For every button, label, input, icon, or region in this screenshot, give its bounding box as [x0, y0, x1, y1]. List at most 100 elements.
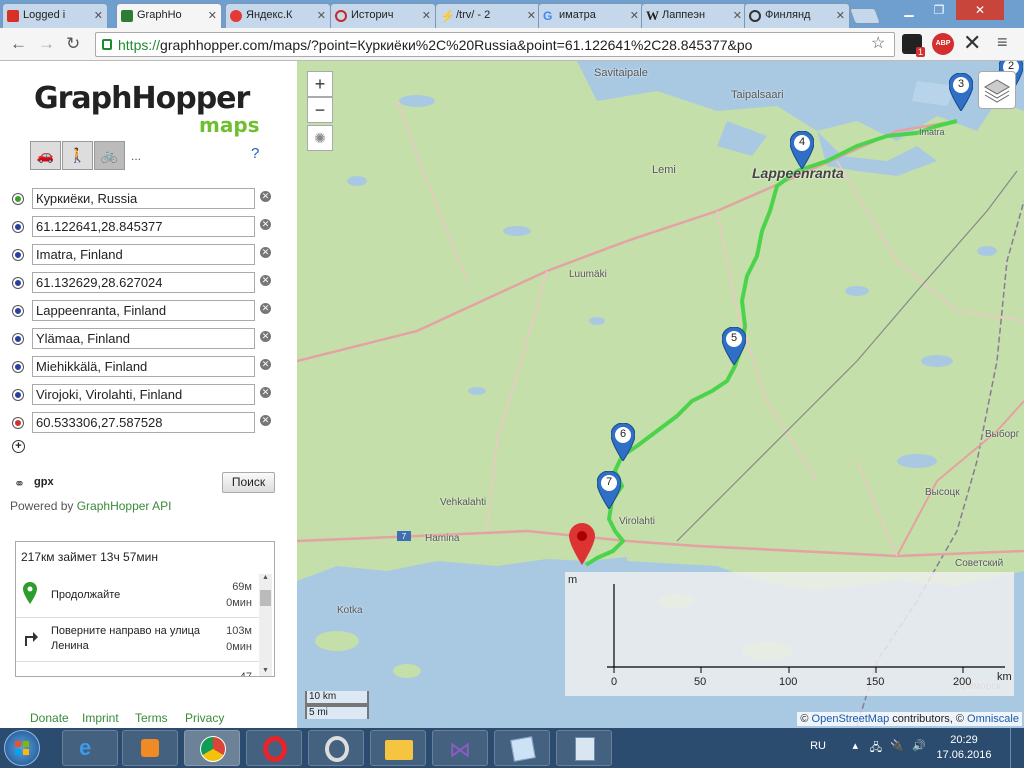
- close-icon[interactable]: ✕: [836, 9, 845, 22]
- privacy-link[interactable]: Privacy: [185, 711, 224, 725]
- remove-waypoint-icon[interactable]: ✕: [260, 415, 271, 426]
- remove-waypoint-icon[interactable]: ✕: [260, 387, 271, 398]
- tab-google[interactable]: Gиматра ✕: [538, 3, 644, 28]
- clock-date[interactable]: 17.06.2016: [934, 749, 994, 761]
- remove-waypoint-icon[interactable]: ✕: [260, 191, 271, 202]
- waypoint-input[interactable]: [32, 244, 255, 265]
- taskbar-visual-studio[interactable]: ⋈: [432, 730, 488, 766]
- remove-waypoint-icon[interactable]: ✕: [260, 303, 271, 314]
- reload-icon[interactable]: ↻: [66, 34, 80, 54]
- adblock-plus-icon[interactable]: ABP: [932, 33, 954, 55]
- waypoint-input[interactable]: [32, 188, 255, 209]
- clock-time[interactable]: 20:29: [934, 734, 994, 746]
- search-button[interactable]: Поиск: [222, 472, 275, 493]
- terms-link[interactable]: Terms: [135, 711, 168, 725]
- language-indicator[interactable]: RU: [810, 740, 826, 752]
- elevation-profile[interactable]: m km 0 50 100 150 200: [565, 572, 1014, 696]
- remove-waypoint-icon[interactable]: ✕: [260, 219, 271, 230]
- waypoint-input[interactable]: [32, 328, 255, 349]
- tab-gmail[interactable]: Logged i ✕: [2, 3, 108, 28]
- close-icon[interactable]: ✕: [208, 9, 217, 22]
- layers-button[interactable]: [978, 71, 1016, 109]
- openstreetmap-link[interactable]: OpenStreetMap: [812, 713, 890, 725]
- waypoint-input[interactable]: [32, 356, 255, 377]
- waypoint-marker-5[interactable]: 5: [721, 326, 747, 366]
- instruction-row[interactable]: Продолжайте 69м 0мин: [16, 574, 260, 618]
- zoom-out-button[interactable]: −: [307, 97, 333, 123]
- end-marker-icon[interactable]: [569, 523, 595, 565]
- tab-graphhopper[interactable]: GraphHo ✕: [116, 3, 222, 28]
- help-link[interactable]: ?: [251, 145, 259, 162]
- address-bar[interactable]: https://graphhopper.com/maps/?point=Курк…: [95, 32, 895, 57]
- omniscale-link[interactable]: Omniscale: [967, 713, 1019, 725]
- vehicle-bike-button[interactable]: 🚲: [94, 141, 125, 170]
- remove-waypoint-icon[interactable]: ✕: [260, 247, 271, 258]
- taskbar-ie[interactable]: e: [62, 730, 118, 766]
- bookmark-star-icon[interactable]: ☆: [871, 33, 885, 53]
- taskbar-opera[interactable]: [246, 730, 302, 766]
- zoom-in-button[interactable]: +: [307, 71, 333, 97]
- extension-icon[interactable]: 1: [902, 34, 925, 57]
- tray-expand-icon[interactable]: ▴: [852, 739, 858, 752]
- network-icon[interactable]: 🖧: [870, 739, 882, 758]
- taskbar-explorer[interactable]: [370, 730, 426, 766]
- close-icon[interactable]: ✕: [630, 9, 639, 22]
- close-icon[interactable]: ✕: [733, 9, 742, 22]
- tab-wikipedia[interactable]: W Лаппеэн ✕: [641, 3, 747, 28]
- graphhopper-api-link[interactable]: GraphHopper API: [77, 499, 172, 513]
- show-desktop-button[interactable]: [1010, 728, 1024, 768]
- back-arrow-icon[interactable]: ←: [10, 34, 27, 54]
- taskbar-media-player[interactable]: [122, 730, 178, 766]
- map-view[interactable]: 7 Savitaipale Taipalsaari Lemi Lappeenranta…: [297, 61, 1024, 728]
- waypoint-input[interactable]: [32, 300, 255, 321]
- taskbar-opera-neon[interactable]: [308, 730, 364, 766]
- waypoint-input[interactable]: [32, 384, 255, 405]
- tab-history[interactable]: Историч ✕: [330, 3, 436, 28]
- taskbar-calculator[interactable]: [556, 730, 612, 766]
- waypoint-marker-6[interactable]: 6: [610, 422, 636, 462]
- waypoint-marker-7[interactable]: 7: [596, 470, 622, 510]
- waypoint-input[interactable]: [32, 412, 255, 433]
- scroll-down-icon[interactable]: ▼: [262, 667, 269, 674]
- close-icon[interactable]: ✕: [527, 9, 536, 22]
- close-icon[interactable]: ✕: [317, 9, 326, 22]
- waypoint-marker-4[interactable]: 4: [789, 130, 815, 170]
- remove-waypoint-icon[interactable]: ✕: [260, 275, 271, 286]
- gpx-export-link[interactable]: gpx: [34, 476, 54, 488]
- new-tab-button[interactable]: [849, 8, 881, 24]
- taskbar-chrome[interactable]: [184, 730, 240, 766]
- tab-trv[interactable]: ⚡/trv/ - 2 ✕: [435, 3, 541, 28]
- vehicle-car-button[interactable]: 🚗: [30, 141, 61, 170]
- close-icon[interactable]: ✕: [422, 9, 431, 22]
- waypoint-input[interactable]: [32, 216, 255, 237]
- tab-yandex[interactable]: Яндекс.К ✕: [225, 3, 331, 28]
- close-icon[interactable]: ✕: [94, 9, 103, 22]
- vehicle-foot-button[interactable]: 🚶: [62, 141, 93, 170]
- start-button[interactable]: [4, 730, 40, 766]
- more-vehicles-button[interactable]: ...: [131, 149, 141, 163]
- forward-arrow-icon[interactable]: →: [38, 34, 55, 54]
- volume-icon[interactable]: 🔊: [912, 739, 926, 752]
- add-point-button[interactable]: +: [12, 440, 25, 453]
- waypoint-marker-3[interactable]: 3: [948, 72, 974, 112]
- remove-waypoint-icon[interactable]: ✕: [260, 359, 271, 370]
- graphhopper-logo[interactable]: GraphHopper maps: [34, 81, 260, 137]
- donate-link[interactable]: Donate: [30, 711, 69, 725]
- maximize-button[interactable]: ❐: [926, 0, 952, 20]
- tab-finland[interactable]: Финлянд ✕: [744, 3, 850, 28]
- waypoint-input[interactable]: [32, 272, 255, 293]
- instruction-row[interactable]: 47: [16, 662, 260, 676]
- scroll-up-icon[interactable]: ▲: [262, 574, 269, 581]
- instructions-scrollbar[interactable]: ▲ ▼: [259, 574, 272, 676]
- instruction-row[interactable]: Поверните направо на улица Ленина 103м 0…: [16, 618, 260, 662]
- imprint-link[interactable]: Imprint: [82, 711, 119, 725]
- window-close-button[interactable]: ✕: [956, 0, 1004, 20]
- waypoint-marker-icon: [13, 390, 23, 400]
- chrome-menu-icon[interactable]: ≡: [997, 32, 1008, 53]
- x-extension-icon[interactable]: ✕: [963, 30, 981, 56]
- remove-waypoint-icon[interactable]: ✕: [260, 331, 271, 342]
- scrollbar-thumb[interactable]: [260, 590, 271, 606]
- taskbar-notepad[interactable]: [494, 730, 550, 766]
- power-icon[interactable]: 🔌: [890, 739, 904, 752]
- minimize-button[interactable]: ▁: [896, 0, 922, 20]
